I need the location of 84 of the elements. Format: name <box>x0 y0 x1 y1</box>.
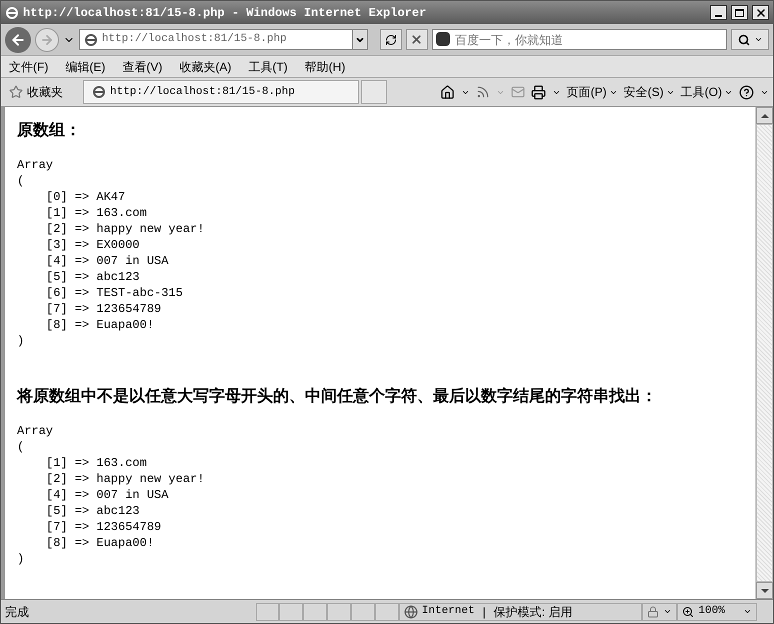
home-icon[interactable] <box>440 84 455 100</box>
array-entry: [0] => AK47 <box>46 190 126 204</box>
status-text: 完成 <box>4 604 30 620</box>
bracket-text: ( <box>17 173 26 189</box>
menu-item[interactable]: 编辑(E) <box>65 58 106 76</box>
separator-text: | <box>482 604 487 620</box>
minimize-button[interactable] <box>710 5 727 20</box>
globe-icon <box>404 604 418 618</box>
status-panel <box>279 602 304 620</box>
lock-icon <box>647 606 660 618</box>
zoom-icon <box>682 606 694 618</box>
menu-item[interactable]: 帮助(H) <box>304 58 346 76</box>
scroll-up-button[interactable] <box>756 107 773 124</box>
address-dropdown-button[interactable] <box>352 30 368 49</box>
refresh-icon <box>385 34 397 46</box>
array-entry: [5] => abc123 <box>46 504 140 518</box>
browser-logo-icon <box>84 32 98 46</box>
array-entry: [4] => 007 in USA <box>46 254 168 268</box>
url-text: http://localhost:81/15-8.php <box>102 32 288 48</box>
down-arrow-icon <box>760 588 768 592</box>
section-heading: 将原数组中不是以任意大写字母开头的、中间任意个字符、最后以数字结尾的字符串找出： <box>17 387 658 407</box>
security-button[interactable] <box>642 602 678 620</box>
maximize-button[interactable] <box>731 5 748 20</box>
protected-mode-text: 保护模式: 启用 <box>494 604 572 620</box>
status-panel <box>327 602 352 620</box>
close-icon <box>754 6 766 18</box>
back-arrow-icon <box>10 32 26 48</box>
array-entry: [2] => happy new year! <box>46 472 204 486</box>
menu-item[interactable]: 查看(V) <box>122 58 162 76</box>
array-entry: [8] => Euapa00! <box>46 318 154 332</box>
array-entry: [6] => TEST-abc-315 <box>46 286 183 300</box>
page-tab[interactable]: http://localhost:81/15-8.php <box>83 80 359 104</box>
array-entry: [2] => happy new year! <box>46 222 204 236</box>
star-icon <box>9 85 23 99</box>
command-menu-button[interactable]: 安全(S) <box>624 83 675 101</box>
caret-icon <box>663 607 672 616</box>
bracket-text: ) <box>17 333 26 349</box>
bracket-text: ( <box>17 439 26 455</box>
section-heading: 原数组： <box>17 121 82 141</box>
array-entry: [8] => Euapa00! <box>46 536 154 550</box>
scroll-down-button[interactable] <box>756 582 773 599</box>
browser-logo-icon <box>5 6 19 20</box>
forward-arrow-icon <box>40 32 54 46</box>
up-arrow-icon <box>760 114 768 118</box>
array-entry: [7] => 123654789 <box>46 520 162 534</box>
feed-icon[interactable] <box>476 85 490 99</box>
array-entry: [5] => abc123 <box>46 270 140 284</box>
menu-item[interactable]: 收藏夹(A) <box>179 58 232 76</box>
favorites-button[interactable]: 收藏夹 <box>1 83 71 101</box>
menu-item[interactable]: 工具(T) <box>248 58 288 76</box>
print-icon[interactable] <box>530 84 546 100</box>
array-label: Array <box>17 423 54 439</box>
address-field[interactable]: http://localhost:81/15-8.php <box>78 29 368 50</box>
array-entry: [4] => 007 in USA <box>46 488 168 502</box>
search-icon <box>738 34 750 46</box>
tab-title: http://localhost:81/15-8.php <box>110 84 295 100</box>
array-entry: [7] => 123654789 <box>46 302 162 316</box>
status-panel <box>256 602 280 620</box>
window-title: http://localhost:81/15-8.php - Windows Internet Explorer <box>23 4 426 22</box>
array-entry: [3] => EX0000 <box>46 238 140 252</box>
stop-icon <box>410 33 424 46</box>
bracket-text: ) <box>17 551 26 567</box>
menu-item[interactable]: 文件(F) <box>9 58 48 76</box>
back-button[interactable] <box>5 26 31 52</box>
array-label: Array <box>17 157 54 173</box>
browser-logo-icon <box>92 85 106 99</box>
caret-icon <box>754 35 763 44</box>
minimize-icon <box>715 14 722 16</box>
command-menu-button[interactable]: 页面(P) <box>566 83 618 101</box>
status-panel <box>303 602 328 620</box>
caret-icon <box>743 607 752 616</box>
search-button[interactable] <box>731 29 769 50</box>
array-entry: [1] => 163.com <box>46 206 147 220</box>
stop-button[interactable] <box>406 29 428 50</box>
search-field[interactable]: 百度一下，你就知道 <box>432 29 728 50</box>
zoom-button[interactable]: 100% <box>677 602 758 620</box>
array-entry: [1] => 163.com <box>46 456 147 470</box>
maximize-icon <box>735 8 744 16</box>
status-panel <box>351 602 375 620</box>
refresh-button[interactable] <box>380 29 402 50</box>
zone-text: Internet <box>422 604 475 620</box>
close-button[interactable] <box>752 5 769 20</box>
command-menu-button[interactable]: 工具(O) <box>680 83 733 101</box>
help-icon[interactable] <box>739 84 754 100</box>
